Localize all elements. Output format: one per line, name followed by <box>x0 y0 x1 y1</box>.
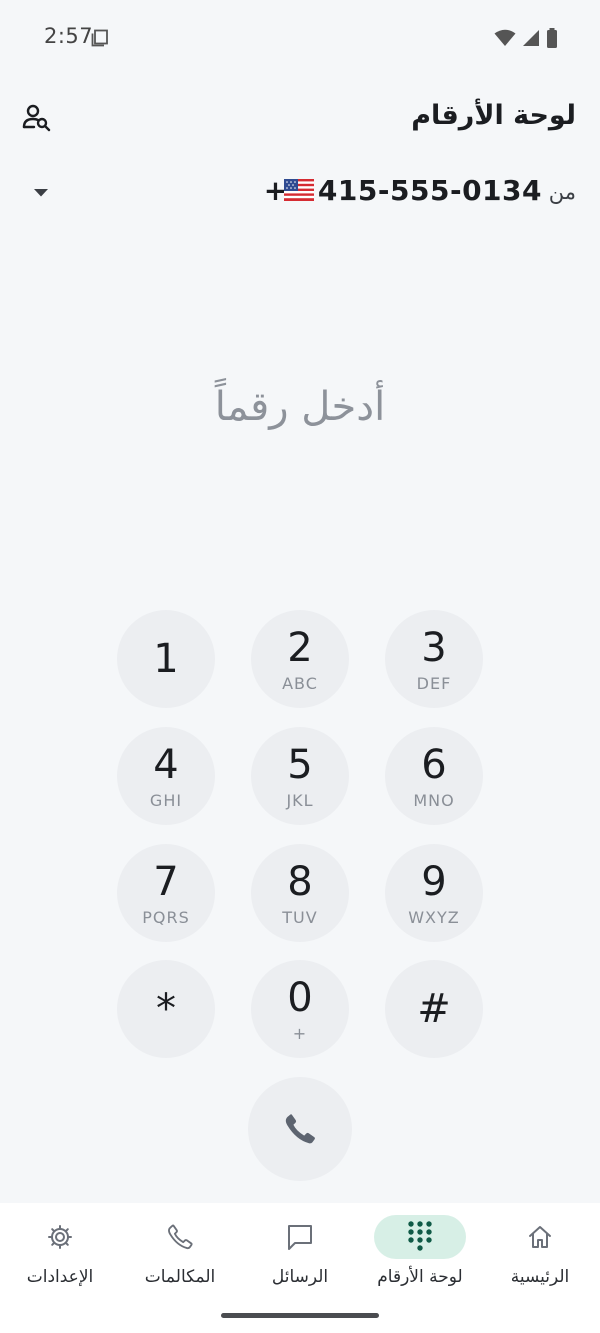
message-icon <box>288 1225 312 1250</box>
key-digit: * <box>156 986 176 1032</box>
key-letters: PQRS <box>142 907 190 927</box>
key-letters: WXYZ <box>408 907 460 927</box>
nav-label: لوحة الأرقام <box>377 1267 463 1287</box>
key-letters: DEF <box>416 673 452 693</box>
number-input-display[interactable]: أدخل رقماً <box>0 384 600 454</box>
key-digit: 8 <box>287 858 313 905</box>
contact-search-button[interactable] <box>16 98 56 138</box>
from-number-dropdown[interactable] <box>24 178 58 208</box>
caret-down-icon <box>34 189 48 197</box>
status-time: 2:57 <box>44 24 94 48</box>
nav-icon-container <box>134 1215 226 1259</box>
key-1[interactable]: 1 <box>117 610 215 708</box>
from-number-row[interactable]: من +1 415-555-0134 <box>0 170 600 218</box>
gear-icon <box>48 1225 72 1249</box>
key-6[interactable]: 6 MNO <box>385 727 483 825</box>
key-digit: 3 <box>421 624 447 671</box>
nav-item-messages[interactable]: الرسائل <box>240 1203 360 1298</box>
person-search-icon <box>22 104 51 132</box>
key-digit: 7 <box>153 858 179 905</box>
nav-label: المكالمات <box>144 1267 216 1287</box>
key-digit: 1 <box>153 636 179 682</box>
nav-icon-container <box>14 1215 106 1259</box>
nav-label: الإعدادات <box>26 1267 94 1287</box>
home-icon <box>529 1226 551 1248</box>
key-3[interactable]: 3 DEF <box>385 610 483 708</box>
phone-icon <box>285 1114 315 1144</box>
phone-icon <box>168 1224 193 1250</box>
key-letters: GHI <box>149 790 183 810</box>
nav-icon-container <box>374 1215 466 1259</box>
key-7[interactable]: 7 PQRS <box>117 844 215 942</box>
nav-item-calls[interactable]: المكالمات <box>120 1203 240 1298</box>
key-letters: ABC <box>282 673 318 693</box>
key-digit: 6 <box>421 741 447 788</box>
home-indicator[interactable] <box>221 1313 379 1318</box>
key-5[interactable]: 5 JKL <box>251 727 349 825</box>
key-digit: 0 <box>287 974 313 1021</box>
nav-label: الرسائل <box>271 1267 329 1287</box>
wifi-icon <box>494 29 516 46</box>
key-digit: 9 <box>421 858 447 905</box>
key-letters: MNO <box>413 790 455 810</box>
key-letters: TUV <box>282 907 318 927</box>
key-digit: 4 <box>153 741 179 788</box>
key-9[interactable]: 9 WXYZ <box>385 844 483 942</box>
battery-icon <box>547 28 557 48</box>
signal-icon <box>523 30 539 46</box>
status-bar: 2:57 <box>0 0 600 76</box>
us-flag-icon <box>284 179 314 201</box>
key-star[interactable]: * <box>117 960 215 1058</box>
key-hash[interactable]: # <box>385 960 483 1058</box>
screenshot-notification-icon <box>91 29 108 47</box>
key-8[interactable]: 8 TUV <box>251 844 349 942</box>
status-icons <box>494 28 558 48</box>
app-header: لوحة الأرقام <box>0 92 600 144</box>
nav-label: الرئيسية <box>510 1267 570 1287</box>
key-digit: 2 <box>287 624 313 671</box>
from-label: من <box>548 180 576 204</box>
key-2[interactable]: 2 ABC <box>251 610 349 708</box>
key-letters: + <box>292 1023 308 1043</box>
key-4[interactable]: 4 GHI <box>117 727 215 825</box>
nav-icon-container <box>494 1215 586 1259</box>
key-letters: JKL <box>286 790 314 810</box>
number-input-placeholder: أدخل رقماً <box>214 384 386 430</box>
call-button[interactable] <box>248 1077 352 1181</box>
key-digit: 5 <box>287 741 313 788</box>
nav-item-settings[interactable]: الإعدادات <box>0 1203 120 1298</box>
dialpad-icon <box>408 1221 432 1251</box>
nav-item-home[interactable]: الرئيسية <box>480 1203 600 1298</box>
key-0[interactable]: 0 + <box>251 960 349 1058</box>
nav-icon-container <box>254 1215 346 1259</box>
nav-item-dialpad[interactable]: لوحة الأرقام <box>360 1203 480 1298</box>
key-digit: # <box>417 986 451 1032</box>
page-title: لوحة الأرقام <box>411 100 576 131</box>
